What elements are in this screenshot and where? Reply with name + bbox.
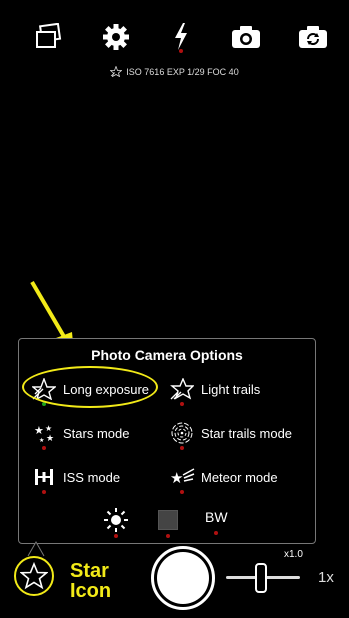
option-label: Light trails bbox=[201, 381, 261, 397]
gear-icon[interactable] bbox=[99, 20, 133, 54]
bw-toggle[interactable]: BW bbox=[205, 509, 235, 535]
star-trails-icon bbox=[169, 420, 195, 450]
zoom-level-label[interactable]: 1x bbox=[318, 569, 334, 586]
star-mode-button[interactable] bbox=[14, 556, 54, 596]
flash-indicator bbox=[179, 49, 183, 53]
brightness-icon bbox=[104, 508, 128, 532]
gallery-icon[interactable] bbox=[31, 20, 65, 54]
iss-icon bbox=[31, 464, 57, 494]
camera-icon[interactable] bbox=[229, 20, 263, 54]
inactive-indicator bbox=[114, 534, 118, 538]
exposure-info: ISO 7616 EXP 1/29 FOC 40 bbox=[0, 65, 349, 79]
inactive-indicator bbox=[214, 531, 218, 535]
callout-pointer bbox=[27, 541, 45, 557]
bw-label: BW bbox=[205, 509, 228, 525]
panel-title: Photo Camera Options bbox=[91, 347, 243, 363]
inactive-indicator bbox=[166, 534, 170, 538]
option-label: ISS mode bbox=[63, 469, 121, 485]
zoom-slider-thumb[interactable] bbox=[255, 563, 267, 593]
option-star-trails-mode[interactable]: Star trails mode bbox=[169, 420, 293, 450]
option-label: Meteor mode bbox=[201, 469, 278, 485]
switch-camera-icon[interactable] bbox=[296, 20, 330, 54]
star-icon-caption: Star Icon bbox=[70, 561, 111, 601]
svg-text:★: ★ bbox=[34, 424, 44, 437]
inactive-indicator bbox=[180, 446, 184, 450]
inactive-indicator bbox=[42, 490, 46, 494]
svg-text:★: ★ bbox=[45, 424, 52, 433]
meteor-icon: ★ bbox=[169, 464, 195, 494]
light-trails-icon bbox=[169, 376, 195, 406]
option-label: Star trails mode bbox=[201, 425, 293, 441]
shutter-inner bbox=[157, 552, 209, 604]
option-iss-mode[interactable]: ISS mode bbox=[31, 464, 121, 494]
svg-text:★: ★ bbox=[46, 434, 54, 444]
stars-icon: ★ ★ ★ ★ bbox=[31, 420, 57, 450]
brightness-toggle[interactable] bbox=[103, 507, 129, 538]
zoom-readout: x1.0 bbox=[284, 549, 303, 560]
option-light-trails[interactable]: Light trails bbox=[169, 376, 261, 406]
inactive-indicator bbox=[180, 490, 184, 494]
annotation-ellipse bbox=[22, 366, 158, 408]
svg-text:★: ★ bbox=[39, 437, 44, 444]
exposure-info-text: ISO 7616 EXP 1/29 FOC 40 bbox=[126, 66, 239, 77]
noise-filter-toggle[interactable] bbox=[158, 510, 178, 538]
noise-square-icon bbox=[158, 510, 178, 530]
shutter-button[interactable] bbox=[151, 546, 215, 610]
star-icon bbox=[20, 562, 48, 590]
caption-line-1: Star bbox=[70, 560, 109, 582]
inactive-indicator bbox=[180, 402, 184, 406]
caption-line-2: Icon bbox=[70, 580, 112, 602]
svg-text:★: ★ bbox=[170, 469, 183, 487]
option-label: Stars mode bbox=[63, 425, 130, 441]
inactive-indicator bbox=[42, 446, 46, 450]
long-exposure-mini-icon bbox=[109, 65, 123, 79]
option-stars-mode[interactable]: ★ ★ ★ ★ Stars mode bbox=[31, 420, 130, 450]
option-meteor-mode[interactable]: ★ Meteor mode bbox=[169, 464, 278, 494]
